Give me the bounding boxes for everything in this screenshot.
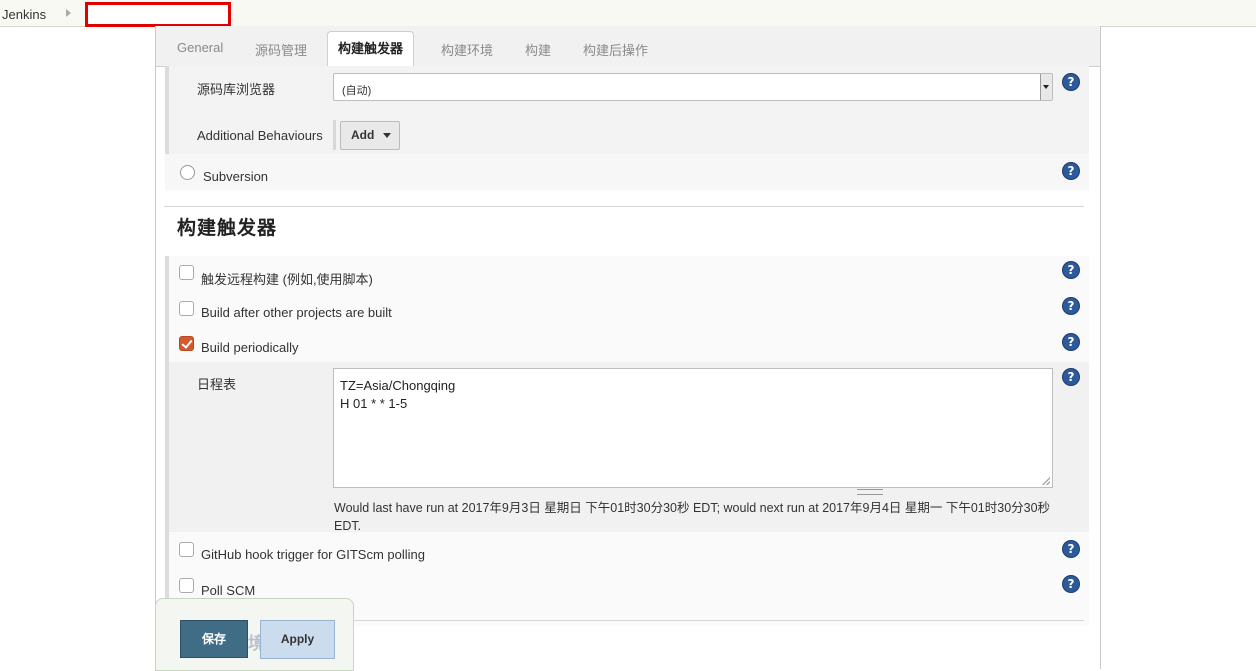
tab-post-build[interactable]: 构建后操作	[583, 40, 648, 59]
apply-button[interactable]: Apply	[260, 620, 335, 659]
help-icon[interactable]: ?	[1063, 163, 1079, 179]
save-button[interactable]: 保存	[180, 620, 248, 658]
tab-bar: General 源码管理 构建触发器 构建环境 构建 构建后操作	[156, 26, 1100, 67]
poll-scm-label: Poll SCM	[201, 583, 256, 598]
repo-browser-select[interactable]: (自动)	[333, 73, 1053, 101]
help-icon[interactable]: ?	[1063, 576, 1079, 592]
poll-scm-checkbox[interactable]	[179, 578, 194, 593]
breadcrumb: Jenkins	[0, 0, 1256, 27]
build-triggers-heading: 构建触发器	[177, 218, 278, 239]
tab-scm[interactable]: 源码管理	[255, 40, 307, 59]
add-button-label: Add	[351, 128, 375, 142]
repo-browser-value: (自动)	[342, 85, 372, 97]
resize-grip-icon[interactable]	[857, 489, 883, 495]
github-hook-checkbox[interactable]	[179, 542, 194, 557]
resize-corner-icon[interactable]	[1042, 477, 1050, 485]
build-periodically-checkbox[interactable]	[179, 336, 194, 351]
help-icon[interactable]: ?	[1063, 334, 1079, 350]
help-icon[interactable]: ?	[1063, 298, 1079, 314]
github-hook-label: GitHub hook trigger for GITScm polling	[201, 547, 425, 562]
add-behaviour-button[interactable]: Add	[340, 121, 400, 150]
config-panel: General 源码管理 构建触发器 构建环境 构建 构建后操作 源码库浏览器 …	[155, 26, 1101, 669]
remote-trigger-label: 触发远程构建 (例如,使用脚本)	[201, 272, 373, 287]
help-icon[interactable]: ?	[1063, 369, 1079, 385]
breadcrumb-chevron-icon	[66, 9, 71, 17]
schedule-line: H 01 * * 1-5	[340, 396, 408, 411]
help-icon[interactable]: ?	[1063, 541, 1079, 557]
subversion-radio[interactable]	[180, 165, 195, 180]
tab-build-triggers[interactable]: 构建触发器	[327, 31, 415, 67]
help-icon[interactable]: ?	[1063, 74, 1079, 90]
build-periodically-label: Build periodically	[201, 340, 299, 355]
bottom-sticky-bar: 境 保存 Apply	[155, 598, 354, 671]
divider	[164, 206, 1084, 207]
schedule-line: TZ=Asia/Chongqing	[340, 378, 456, 393]
build-after-other-checkbox[interactable]	[179, 301, 194, 316]
breadcrumb-jenkins-link[interactable]: Jenkins	[2, 7, 46, 22]
schedule-textarea[interactable]: TZ=Asia/Chongqing H 01 * * 1-5	[333, 368, 1053, 495]
caret-down-icon	[383, 133, 391, 138]
remote-trigger-checkbox[interactable]	[179, 265, 194, 280]
repo-browser-label: 源码库浏览器	[197, 82, 276, 97]
schedule-note: Would last have run at 2017年9月3日 星期日 下午0…	[334, 501, 1051, 533]
breadcrumb-project-redacted[interactable]	[85, 2, 231, 27]
schedule-label: 日程表	[197, 377, 237, 392]
subversion-row	[165, 154, 1089, 190]
chevron-down-icon[interactable]	[1040, 74, 1052, 100]
build-after-other-label: Build after other projects are built	[201, 305, 392, 320]
subversion-label: Subversion	[203, 169, 269, 184]
tab-build-environment[interactable]: 构建环境	[441, 40, 493, 59]
help-icon[interactable]: ?	[1063, 262, 1079, 278]
tab-build[interactable]: 构建	[525, 40, 551, 59]
behaviours-bar	[333, 120, 336, 150]
additional-behaviours-label: Additional Behaviours	[197, 128, 323, 143]
tab-general[interactable]: General	[177, 40, 223, 55]
